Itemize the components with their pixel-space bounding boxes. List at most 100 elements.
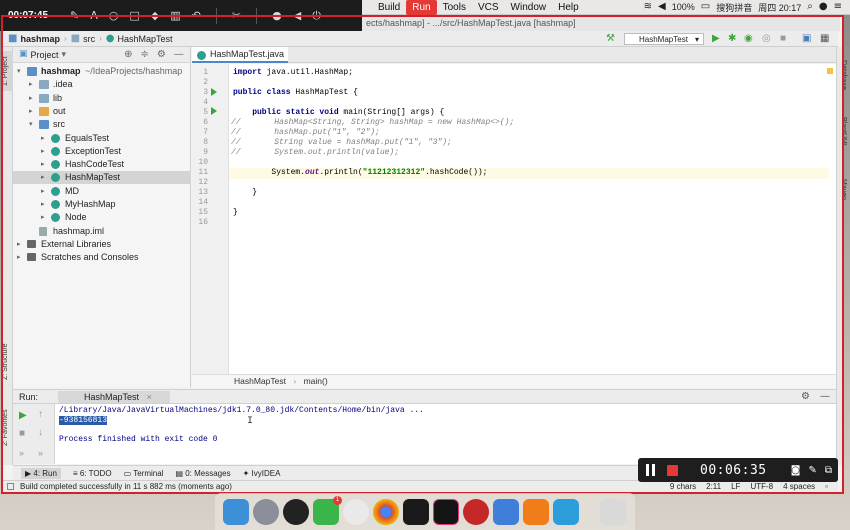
tree-item[interactable]: ▸ .idea: [13, 78, 191, 91]
rectangle-icon[interactable]: □: [129, 9, 139, 22]
tab-structure[interactable]: Z: Structure: [2, 337, 13, 387]
chevron-right-icon[interactable]: ▸: [41, 145, 45, 158]
user-avatar-icon[interactable]: ●: [819, 2, 828, 12]
tab-hashmaptest-java[interactable]: HashMapTest.java ×: [192, 47, 288, 74]
chevron-right-icon[interactable]: ▸: [17, 238, 21, 251]
chevron-right-icon[interactable]: ▸: [41, 132, 45, 145]
chevron-right-icon[interactable]: ▸: [41, 171, 45, 184]
breadcrumb-src[interactable]: ■ src: [71, 33, 95, 44]
tab-project[interactable]: 1: Project: [2, 51, 13, 91]
sublime-text-icon[interactable]: [523, 499, 549, 525]
wifi-icon[interactable]: ≋: [644, 2, 652, 12]
tab-todo[interactable]: ≡ 6: TODO: [73, 469, 112, 478]
chevron-right-icon[interactable]: ▸: [29, 92, 33, 105]
lock-icon[interactable]: ▫: [825, 481, 828, 493]
finder-icon[interactable]: [223, 499, 249, 525]
run-gutter-icon[interactable]: [211, 88, 217, 96]
more-icon[interactable]: »: [19, 448, 24, 458]
breadcrumb-class-name[interactable]: HashMapTest: [234, 376, 286, 386]
chevron-right-icon[interactable]: ▸: [29, 78, 33, 91]
rerun-icon[interactable]: ▶: [19, 410, 27, 421]
tab-terminal[interactable]: ▭ Terminal: [124, 469, 164, 478]
chevron-right-icon[interactable]: ▸: [41, 211, 45, 224]
profile-icon[interactable]: ◎: [762, 33, 771, 44]
run-config-dropdown[interactable]: HashMapTest ▾: [624, 33, 704, 45]
run-console[interactable]: /Library/Java/JavaVirtualMachines/jdk1.7…: [55, 404, 836, 464]
terminal-icon[interactable]: [403, 499, 429, 525]
stop-icon[interactable]: ■: [780, 33, 786, 44]
tab-run[interactable]: ▶ 4: Run: [21, 467, 61, 479]
toggle-tool-windows-icon[interactable]: [7, 483, 14, 490]
tab-maven[interactable]: Maven: [836, 173, 847, 207]
hide-panel-icon[interactable]: —: [820, 391, 830, 402]
breadcrumb-method-name[interactable]: main(): [304, 376, 328, 386]
tab-favorites[interactable]: 2: Favorites: [2, 403, 13, 453]
status-line-separator[interactable]: LF: [731, 481, 740, 493]
tab-ivyidea[interactable]: ✦ IvyIDEA: [243, 469, 281, 478]
vcs-update-icon[interactable]: ▣: [802, 33, 811, 44]
launchpad-icon[interactable]: [253, 499, 279, 525]
menu-tools[interactable]: Tools: [437, 0, 472, 15]
scissors-icon[interactable]: ✂: [232, 9, 241, 22]
status-caret-position[interactable]: 2:11: [706, 481, 721, 493]
chrome-icon[interactable]: [373, 499, 399, 525]
tree-item[interactable]: ▸ External Libraries: [13, 238, 191, 251]
menu-help[interactable]: Help: [552, 0, 585, 15]
pen-icon[interactable]: ✎: [808, 465, 816, 476]
run-gutter-icon[interactable]: [211, 107, 217, 115]
inspection-warning-icon[interactable]: [827, 68, 833, 74]
trash-icon[interactable]: ▥: [170, 9, 180, 22]
chevron-down-icon[interactable]: ▾: [29, 118, 33, 131]
menu-run[interactable]: Run: [406, 0, 437, 15]
locate-target-icon[interactable]: ⊕: [124, 49, 132, 60]
tree-item[interactable]: ▸ MD: [13, 185, 191, 198]
tree-item[interactable]: ▸ Node: [13, 211, 191, 224]
chevron-right-icon[interactable]: ▸: [41, 198, 45, 211]
more-icon[interactable]: »: [38, 448, 43, 458]
collapse-all-icon[interactable]: ≑: [140, 49, 148, 60]
tree-item[interactable]: ▾ hashmap ~/IdeaProjects/hashmap: [13, 65, 191, 78]
pause-icon[interactable]: [646, 464, 658, 476]
input-method[interactable]: 搜狗拼音: [716, 1, 752, 14]
camera-icon[interactable]: ◙: [791, 465, 801, 476]
coverage-icon[interactable]: ◉: [744, 33, 753, 44]
spotlight-search-icon[interactable]: ⌕: [807, 2, 813, 12]
tab-messages[interactable]: ▤ 0: Messages: [175, 469, 230, 478]
run-tab-hashmaptest[interactable]: HashMapTest ×: [58, 390, 170, 403]
preview-icon[interactable]: [493, 499, 519, 525]
menu-window[interactable]: Window: [505, 0, 553, 15]
run-icon[interactable]: ▶: [712, 33, 720, 44]
tree-item[interactable]: ▸ lib: [13, 92, 191, 105]
power-icon[interactable]: ⏻: [312, 9, 321, 23]
console-output-value[interactable]: -938156813: [59, 416, 108, 425]
chevron-down-icon[interactable]: ▾: [17, 65, 21, 78]
volume-icon[interactable]: ◀: [658, 2, 666, 12]
hide-panel-icon[interactable]: —: [174, 49, 184, 60]
breadcrumb-project[interactable]: ■ hashmap: [8, 33, 60, 44]
text-icon[interactable]: A: [90, 9, 98, 22]
fullscreen-icon[interactable]: ⧉: [825, 465, 832, 476]
menu-clock[interactable]: 周四 20:17: [758, 1, 801, 14]
undo-icon[interactable]: ↶: [192, 9, 201, 22]
arrow-down-icon[interactable]: ↓: [38, 427, 43, 438]
chevron-right-icon[interactable]: ▸: [17, 251, 21, 264]
chevron-right-icon[interactable]: ▸: [41, 158, 45, 171]
tree-item[interactable]: ▸ EqualsTest: [13, 132, 191, 145]
build-hammer-icon[interactable]: ⚒: [606, 33, 615, 44]
tree-item[interactable]: ▸ Scratches and Consoles: [13, 251, 191, 264]
xcode-icon[interactable]: [553, 499, 579, 525]
tree-item[interactable]: ▸ MyHashMap: [13, 198, 191, 211]
debug-icon[interactable]: ✱: [728, 33, 736, 44]
eraser-icon[interactable]: ◆: [151, 9, 159, 22]
tree-item[interactable]: ▸ ExceptionTest: [13, 145, 191, 158]
arrow-up-icon[interactable]: ↑: [38, 409, 43, 420]
close-icon[interactable]: ×: [147, 392, 152, 402]
tree-item[interactable]: ▸ out: [13, 105, 191, 118]
breadcrumb-class[interactable]: ● HashMapTest: [106, 33, 173, 44]
stop-recording-icon[interactable]: [667, 464, 678, 476]
chevron-down-icon[interactable]: ▾: [62, 49, 67, 60]
menu-vcs[interactable]: VCS: [472, 0, 505, 15]
settings-gear-icon[interactable]: ⚙: [801, 391, 810, 402]
tree-item[interactable]: ▸ HashMapTest: [13, 171, 191, 185]
chevron-right-icon[interactable]: ▸: [41, 185, 45, 198]
